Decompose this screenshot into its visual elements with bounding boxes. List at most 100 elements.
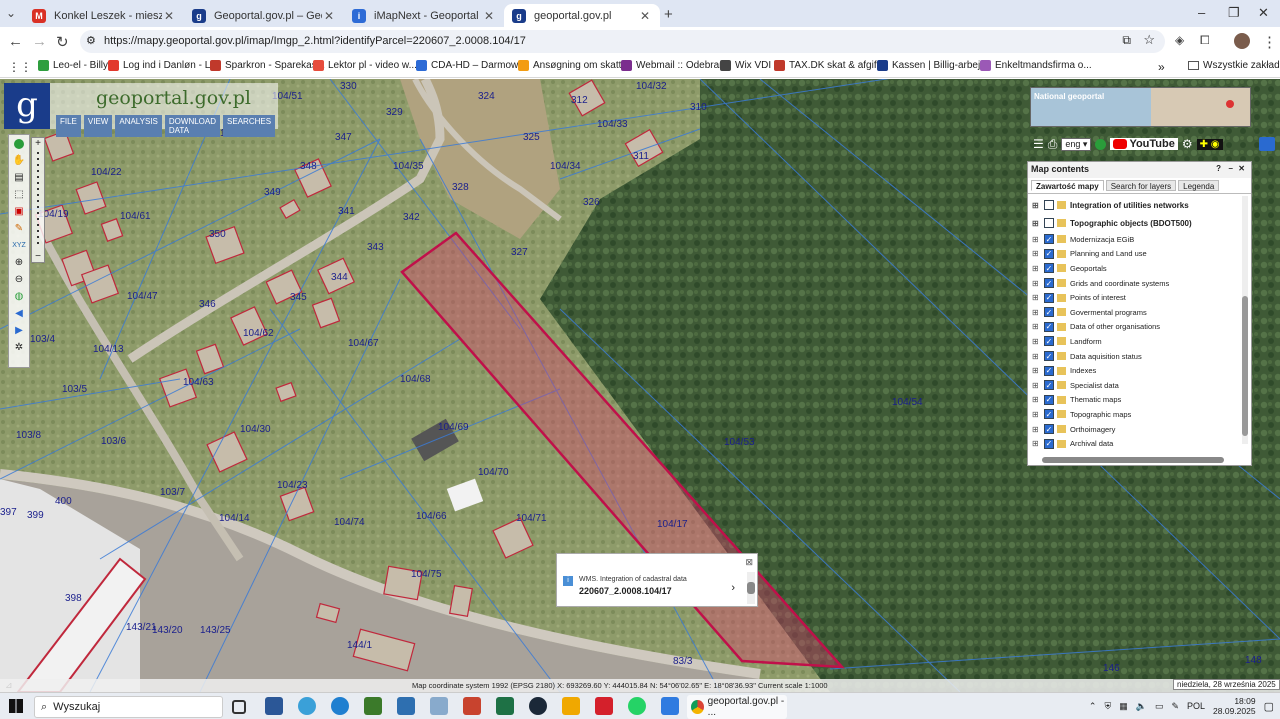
edge-icon[interactable]	[331, 697, 349, 715]
chrome-alt-icon[interactable]	[298, 697, 316, 715]
expand-icon[interactable]: ⊞	[1032, 395, 1041, 404]
expand-icon[interactable]: ⊞	[1032, 425, 1041, 434]
apps-grid-icon[interactable]: ⋮⋮	[8, 60, 32, 74]
bookmark-2[interactable]: Log ind i Danløn - L...	[108, 60, 219, 71]
close-panel-icon[interactable]: ✕	[1238, 164, 1245, 173]
previous-view-icon[interactable]: ◀	[9, 305, 29, 322]
layer-row[interactable]: ⊞ ✓ Modernizacja EGiB	[1032, 232, 1251, 247]
notifications-icon[interactable]: ▢	[1264, 700, 1274, 713]
popup-next-icon[interactable]: ›	[731, 582, 735, 594]
calculator-icon[interactable]	[397, 697, 415, 715]
layer-row[interactable]: ⊞ ✓ Grids and coordinate systems	[1032, 276, 1251, 291]
layer-checkbox[interactable]: ✓	[1044, 336, 1054, 347]
profile-avatar[interactable]	[1234, 33, 1250, 49]
layer-checkbox[interactable]: ✓	[1044, 248, 1054, 259]
close-popup-icon[interactable]: ⊠	[745, 557, 753, 568]
language-indicator[interactable]: POL	[1187, 701, 1205, 711]
menu-download-data[interactable]: DOWNLOAD DATA	[164, 115, 221, 137]
layer-row[interactable]: ⊞ ✓ Archival data	[1032, 436, 1251, 451]
layer-row[interactable]: ⊞ ✓ Data aquisition status	[1032, 349, 1251, 364]
layer-checkbox[interactable]: ✓	[1044, 321, 1054, 332]
layer-checkbox[interactable]	[1044, 218, 1054, 228]
tab-map-contents[interactable]: Zawartość mapy	[1031, 180, 1104, 191]
layer-checkbox[interactable]: ✓	[1044, 263, 1054, 274]
all-bookmarks[interactable]: Wszystkie zakładki	[1188, 60, 1280, 71]
status-icon[interactable]	[1095, 138, 1107, 150]
bookmark-11[interactable]: Enkeltmandsfirma o...	[980, 60, 1092, 71]
site-info-icon[interactable]: ⚙	[86, 34, 96, 47]
install-app-icon[interactable]: ⧉	[1122, 33, 1131, 48]
forward-button[interactable]: →	[32, 33, 47, 50]
pan-hand-icon[interactable]: ✋	[9, 152, 29, 169]
side-panel-toggle-icon[interactable]	[1259, 137, 1275, 151]
tab-search-layers[interactable]: Search for layers	[1105, 180, 1177, 191]
reload-button[interactable]: ↻	[56, 33, 69, 51]
layer-checkbox[interactable]: ✓	[1044, 394, 1054, 405]
windows-start-icon[interactable]	[9, 699, 23, 713]
vpn-icon[interactable]: ⛨	[1104, 701, 1111, 712]
layer-checkbox[interactable]: ✓	[1044, 278, 1054, 289]
xyz-coordinates-icon[interactable]: XYZ	[9, 237, 29, 254]
tab-legend[interactable]: Legenda	[1178, 180, 1220, 191]
taskbar-search[interactable]: ⌕ Wyszukaj	[34, 696, 223, 718]
zoom-slider[interactable]: + −	[31, 137, 45, 263]
layer-tree-scrollbar[interactable]	[1242, 196, 1248, 444]
expand-icon[interactable]: ⊞	[1032, 279, 1041, 288]
bookmark-3[interactable]: Sparkron - Sparekas...	[210, 60, 325, 71]
layer-row[interactable]: ⊞ ✓ Specialist data	[1032, 378, 1251, 393]
layers-icon[interactable]: ▤	[9, 169, 29, 186]
remote-desktop-icon[interactable]	[661, 697, 679, 715]
draw-pencil-icon[interactable]: ✎	[9, 220, 29, 237]
word-icon[interactable]	[265, 697, 283, 715]
menu-view[interactable]: VIEW	[83, 115, 113, 137]
settings-icon[interactable]: ⚙	[1182, 137, 1193, 151]
expand-icon[interactable]: ⊞	[1032, 308, 1041, 317]
acrobat-icon[interactable]	[595, 697, 613, 715]
bookmark-1[interactable]: Leo-el - Billy	[38, 60, 108, 71]
youtube-link[interactable]: YouTube	[1110, 138, 1178, 150]
close-tab-icon[interactable]: ✕	[638, 9, 652, 23]
bookmark-9[interactable]: TAX.DK skat & afgift...	[774, 60, 888, 71]
next-view-icon[interactable]: ▶	[9, 322, 29, 339]
layer-row[interactable]: ⊞ ✓ Orthoimagery	[1032, 422, 1251, 437]
clock[interactable]: 18:09 28.09.2025	[1213, 696, 1256, 716]
close-tab-icon[interactable]: ✕	[162, 9, 176, 23]
bookmark-5[interactable]: CDA-HD – Darmow...	[416, 60, 526, 71]
expand-icon[interactable]: ⊞	[1032, 381, 1041, 390]
layer-row[interactable]: ⊞ ✓ Topographic maps	[1032, 407, 1251, 422]
layer-row[interactable]: ⊞ ✓ Govermental programs	[1032, 305, 1251, 320]
layer-row[interactable]: ⊞ ✓ Data of other organisations	[1032, 320, 1251, 335]
tab-geoportal-ir[interactable]: g Geoportal.gov.pl – Geoportal Ir✕	[184, 4, 344, 27]
task-view-icon[interactable]	[232, 700, 246, 714]
file-explorer-icon[interactable]	[562, 697, 580, 715]
layer-row[interactable]: ⊞ ✓ Thematic maps	[1032, 393, 1251, 408]
close-window-button[interactable]: ✕	[1258, 5, 1269, 21]
menu-searches[interactable]: SEARCHES	[223, 115, 276, 137]
expand-icon[interactable]: ⊞	[1032, 410, 1041, 419]
layer-checkbox[interactable]: ✓	[1044, 351, 1054, 362]
popup-scrollbar[interactable]	[747, 572, 755, 604]
layer-row[interactable]: ⊞ ✓ Geoportals	[1032, 261, 1251, 276]
new-tab-button[interactable]: +	[664, 6, 673, 23]
expand-icon[interactable]: ⊞	[1032, 337, 1041, 346]
battery-icon[interactable]: ▭	[1155, 701, 1164, 712]
expand-icon[interactable]: ⊞	[1032, 235, 1041, 244]
popup-parcel-id[interactable]: 220607_2.0008.104/17	[579, 586, 672, 596]
layer-checkbox[interactable]: ✓	[1044, 307, 1054, 318]
photos-icon[interactable]	[430, 697, 448, 715]
zoom-plus-icon[interactable]: +	[32, 138, 44, 149]
layer-checkbox[interactable]: ✓	[1044, 409, 1054, 420]
expand-icon[interactable]: ⊞	[1032, 366, 1041, 375]
layer-row[interactable]: ⊞ Integration of utilities networks	[1032, 196, 1251, 214]
layer-row[interactable]: ⊞ ✓ Planning and Land use	[1032, 247, 1251, 262]
pen-icon[interactable]: ✎	[1171, 701, 1179, 712]
steam-icon[interactable]	[529, 697, 547, 715]
info-icon[interactable]	[9, 135, 29, 152]
more-bookmarks-icon[interactable]: »	[1158, 60, 1165, 74]
expand-icon[interactable]: ⊞	[1032, 219, 1041, 228]
volume-icon[interactable]: 🔈	[1136, 701, 1147, 712]
layer-row[interactable]: ⊞ ✓ Points of interest	[1032, 290, 1251, 305]
minimize-button[interactable]: –	[1198, 5, 1205, 20]
horizontal-scrollbar[interactable]	[1042, 457, 1224, 463]
tab-geoportal-active[interactable]: g geoportal.gov.pl ✕	[504, 4, 660, 27]
